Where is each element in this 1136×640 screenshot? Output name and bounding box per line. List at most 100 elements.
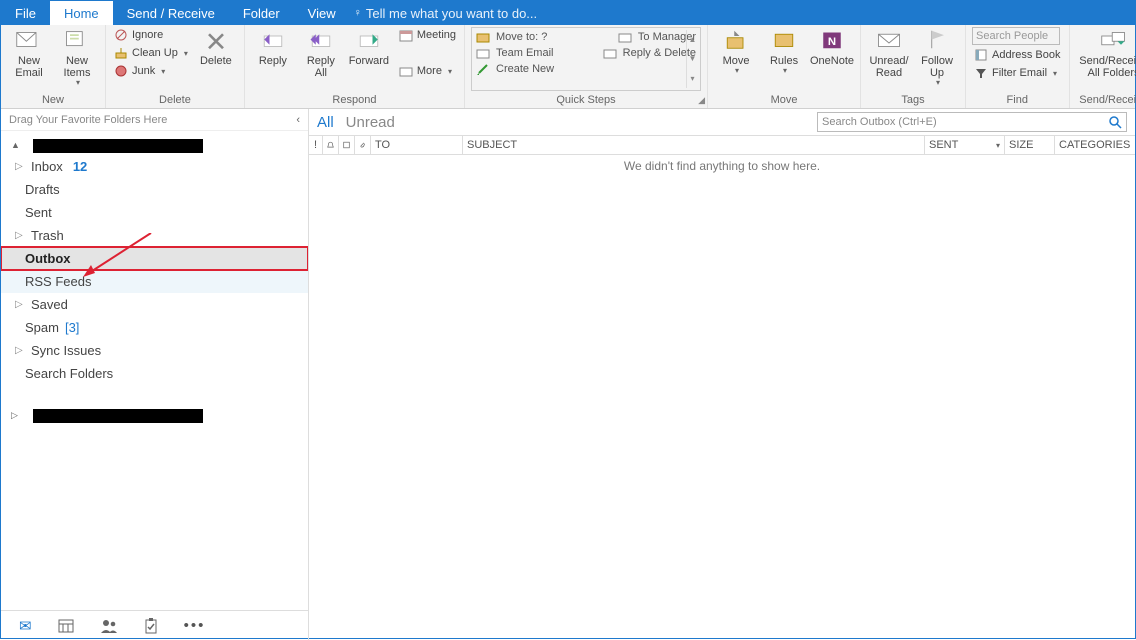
col-reminder[interactable] [323, 136, 339, 154]
expand-icon[interactable]: ▲ [11, 140, 19, 150]
unread-read-button[interactable]: Unread/ Read [867, 27, 911, 79]
favorites-header[interactable]: Drag Your Favorite Folders Here ‹ [1, 109, 308, 131]
gallery-down-icon[interactable]: ▼ [689, 54, 697, 63]
tab-home[interactable]: Home [50, 1, 113, 25]
move-button[interactable]: Move▾ [714, 27, 758, 76]
delete-label: Delete [200, 55, 232, 67]
quick-steps-gallery[interactable]: Move to: ?To Manager Team EmailReply & D… [471, 27, 701, 91]
gallery-more-icon[interactable]: ▾ [691, 74, 695, 83]
ignore-button[interactable]: Ignore [112, 27, 190, 43]
folder-rss[interactable]: RSS Feeds [1, 270, 308, 293]
chevron-down-icon: ▾ [76, 79, 80, 88]
followup-label: Follow Up [921, 55, 953, 79]
nav-calendar-icon[interactable] [58, 618, 74, 634]
nav-more-icon[interactable]: ••• [184, 617, 206, 634]
flag-icon [923, 29, 951, 53]
collapse-icon[interactable]: ‹ [296, 114, 300, 126]
spam-label: Spam [25, 320, 59, 335]
meeting-button[interactable]: Meeting [397, 27, 458, 43]
account-2[interactable] [33, 409, 203, 423]
chevron-right-icon: ▷ [15, 230, 25, 241]
nav-mail-icon[interactable]: ✉ [19, 617, 32, 635]
title-tabs: File Home Send / Receive Folder View ♀ T… [1, 1, 1135, 25]
gallery-up-icon[interactable]: ▲ [689, 35, 697, 44]
more-icon [399, 64, 413, 78]
account-1[interactable] [33, 139, 203, 153]
inbox-label: Inbox [31, 159, 63, 174]
search-icon[interactable] [1108, 115, 1122, 129]
more-respond-button[interactable]: More▾ [397, 63, 458, 79]
new-email-icon [15, 29, 43, 53]
nav-tasks-icon[interactable] [144, 618, 158, 634]
folder-search-folders[interactable]: Search Folders [1, 362, 308, 385]
tell-me-search[interactable]: ♀ Tell me what you want to do... [354, 6, 538, 21]
tell-me-label: Tell me what you want to do... [366, 6, 537, 21]
folder-inbox[interactable]: ▷Inbox12 [1, 155, 308, 178]
delete-button[interactable]: Delete [194, 27, 238, 67]
follow-up-button[interactable]: Follow Up▾ [915, 27, 959, 88]
chevron-down-icon: ▾ [448, 67, 452, 76]
reply-icon [259, 29, 287, 53]
group-delete: Ignore Clean Up▾ Junk▾ Delete Delete [106, 25, 245, 108]
folder-sync-issues[interactable]: ▷Sync Issues [1, 339, 308, 362]
forward-button[interactable]: Forward [347, 27, 391, 67]
col-to[interactable]: TO [371, 136, 463, 154]
col-importance[interactable]: ! [309, 136, 323, 154]
group-quick-steps: Move to: ?To Manager Team EmailReply & D… [465, 25, 708, 108]
new-email-button[interactable]: New Email [7, 27, 51, 79]
chevron-down-icon: ▾ [1053, 69, 1057, 78]
search-mail-input[interactable]: Search Outbox (Ctrl+E) [817, 112, 1127, 132]
group-new: New Email New Items▾ New [1, 25, 106, 108]
junk-button[interactable]: Junk▾ [112, 63, 190, 79]
folder-drafts[interactable]: Drafts [1, 178, 308, 201]
dialog-launcher-icon[interactable]: ◢ [698, 95, 705, 106]
team-email-icon [476, 46, 490, 60]
nav-people-icon[interactable] [100, 618, 118, 634]
filter-unread[interactable]: Unread [346, 114, 395, 131]
cleanup-label: Clean Up [132, 47, 178, 59]
folder-sent[interactable]: Sent [1, 201, 308, 224]
tab-send-receive[interactable]: Send / Receive [113, 1, 229, 25]
reply-all-label: Reply All [307, 55, 335, 79]
col-attachment[interactable] [355, 136, 371, 154]
trash-label: Trash [31, 228, 64, 243]
group-respond: Reply Reply All Forward Meeting More▾ Re… [245, 25, 465, 108]
col-size[interactable]: SIZE [1005, 136, 1055, 154]
filter-email-button[interactable]: Filter Email▾ [972, 65, 1062, 81]
send-receive-all-button[interactable]: Send/Receive All Folders [1076, 27, 1136, 79]
col-subject[interactable]: SUBJECT [463, 136, 925, 154]
svg-text:N: N [828, 36, 836, 48]
sendrecv-label: Send/Receive All Folders [1079, 55, 1136, 79]
folder-spam[interactable]: Spam [3] [1, 316, 308, 339]
folder-outbox[interactable]: Outbox [1, 247, 308, 270]
cleanup-icon [114, 46, 128, 60]
filter-all[interactable]: All [317, 114, 334, 131]
rules-button[interactable]: Rules▾ [762, 27, 806, 76]
reply-label: Reply [259, 55, 287, 67]
cleanup-button[interactable]: Clean Up▾ [112, 45, 190, 61]
search-people-input[interactable]: Search People [972, 27, 1060, 45]
qs-moveto: Move to: ? [496, 31, 547, 43]
folder-saved[interactable]: ▷Saved [1, 293, 308, 316]
chevron-right-icon: ▷ [15, 345, 25, 356]
qs-team: Team Email [496, 47, 553, 59]
group-tags-label: Tags [867, 94, 959, 108]
to-manager-icon [618, 30, 632, 44]
address-book-button[interactable]: Address Book [972, 47, 1062, 63]
col-categories[interactable]: CATEGORIES [1055, 136, 1135, 154]
onenote-button[interactable]: NOneNote [810, 27, 854, 67]
spam-count: [3] [65, 320, 79, 335]
reply-all-button[interactable]: Reply All [299, 27, 343, 79]
ignore-icon [114, 28, 128, 42]
reply-button[interactable]: Reply [251, 27, 295, 67]
group-delete-label: Delete [112, 94, 238, 108]
col-sent[interactable]: SENT▾ [925, 136, 1005, 154]
tab-file[interactable]: File [1, 1, 50, 25]
tab-view[interactable]: View [294, 1, 350, 25]
new-items-button[interactable]: New Items▾ [55, 27, 99, 88]
col-icon[interactable] [339, 136, 355, 154]
search-mail-ph: Search Outbox (Ctrl+E) [822, 116, 937, 128]
folder-trash[interactable]: ▷ Trash [1, 224, 308, 247]
expand-icon[interactable]: ▷ [11, 410, 19, 421]
tab-folder[interactable]: Folder [229, 1, 294, 25]
